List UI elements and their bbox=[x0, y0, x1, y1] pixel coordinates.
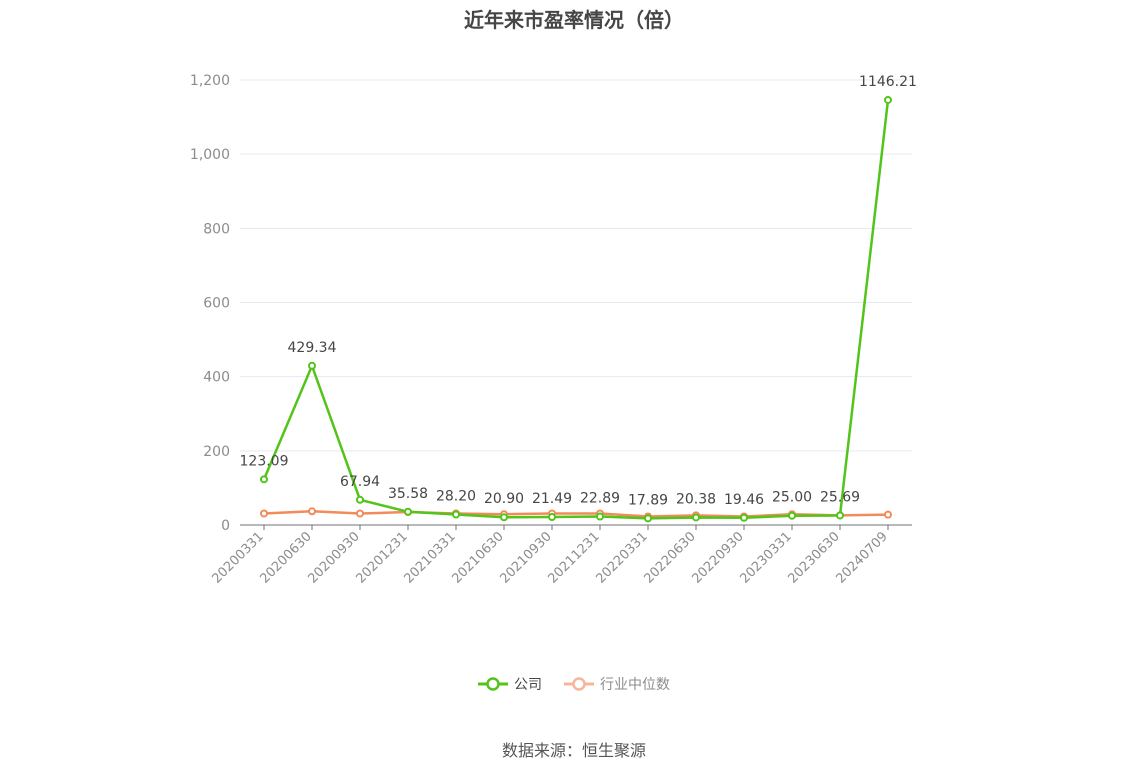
company-point bbox=[644, 514, 652, 523]
grid-lines bbox=[240, 79, 912, 452]
y-tick-label: 200 bbox=[203, 444, 230, 460]
y-tick-label: 0 bbox=[221, 518, 230, 534]
company-point bbox=[404, 507, 412, 516]
company-data-label: 123.09 bbox=[240, 453, 289, 469]
industry-point bbox=[356, 509, 364, 518]
y-tick-label: 800 bbox=[203, 221, 230, 237]
company-point bbox=[452, 510, 460, 519]
company-point bbox=[596, 512, 604, 521]
company-data-label: 20.90 bbox=[484, 491, 524, 507]
company-data-label: 25.00 bbox=[772, 490, 812, 506]
y-tick-label: 1,200 bbox=[190, 73, 230, 89]
legend-item-industry[interactable]: 行业中位数 bbox=[564, 674, 670, 694]
company-point bbox=[500, 513, 508, 522]
company-point bbox=[692, 513, 700, 522]
y-tick-label: 600 bbox=[203, 296, 230, 312]
company-data-label: 429.34 bbox=[288, 340, 337, 356]
company-point bbox=[740, 513, 748, 522]
legend-company-label: 公司 bbox=[514, 677, 542, 693]
industry-point bbox=[884, 510, 892, 519]
company-point bbox=[356, 495, 364, 504]
x-tick-labels: 2020033120200630202009302020123120210331… bbox=[209, 529, 890, 586]
company-data-label: 22.89 bbox=[580, 491, 620, 507]
company-data-label: 20.38 bbox=[676, 491, 716, 507]
data-labels: 123.09 429.34 67.94 35.58 28.20 20.90 21.49 22.… bbox=[240, 74, 917, 508]
company-data-label: 17.89 bbox=[628, 492, 668, 508]
company-point bbox=[788, 511, 796, 520]
axes bbox=[240, 524, 912, 530]
company-data-label: 28.20 bbox=[436, 489, 476, 505]
company-data-label: 25.69 bbox=[820, 489, 860, 505]
company-data-label: 35.58 bbox=[388, 486, 428, 502]
industry-point bbox=[260, 509, 268, 518]
company-data-label: 1146.21 bbox=[859, 74, 917, 90]
company-point bbox=[260, 475, 268, 484]
company-data-label: 21.49 bbox=[532, 491, 572, 507]
legend-industry-line-icon bbox=[564, 677, 594, 691]
y-tick-labels: 0 200 400 600 800 1,000 1,200 bbox=[190, 73, 230, 534]
company-point bbox=[884, 95, 892, 104]
y-tick-label: 1,000 bbox=[190, 147, 230, 163]
y-tick-label: 400 bbox=[203, 370, 230, 386]
company-series-line bbox=[262, 99, 890, 520]
legend-company-line-icon bbox=[478, 677, 508, 691]
legend: 公司 行业中位数 bbox=[0, 674, 1148, 694]
company-point bbox=[308, 361, 316, 370]
pe-line-chart: 0 200 400 600 800 1,000 1,200 2020033120200630… bbox=[190, 73, 917, 587]
industry-point bbox=[308, 507, 316, 516]
data-source-note: 数据来源：恒生聚源 bbox=[501, 741, 646, 760]
legend-item-company[interactable]: 公司 bbox=[478, 674, 542, 694]
company-point bbox=[548, 513, 556, 522]
company-data-label: 19.46 bbox=[724, 492, 764, 508]
company-data-label: 67.94 bbox=[340, 474, 380, 490]
legend-industry-label: 行业中位数 bbox=[600, 677, 670, 693]
x-tick-label: 20240709 bbox=[833, 529, 890, 586]
series bbox=[260, 95, 892, 523]
company-point bbox=[836, 511, 844, 520]
